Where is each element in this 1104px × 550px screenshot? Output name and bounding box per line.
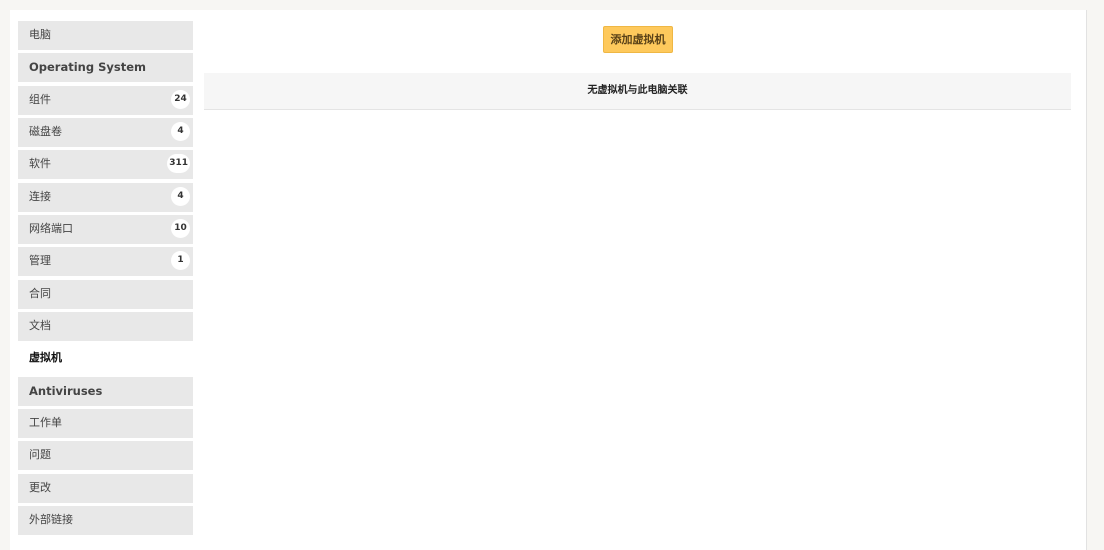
tab-label: 连接 <box>29 189 51 203</box>
count-badge: 10 <box>171 219 190 239</box>
tab-label: 网络端口 <box>29 222 73 236</box>
tab-problems[interactable]: 问题 <box>18 441 193 471</box>
tab-documents[interactable]: 文档 <box>18 312 193 342</box>
tab-label: 更改 <box>29 480 51 494</box>
tab-label: 组件 <box>29 92 51 106</box>
empty-state-message: 无虚拟机与此电脑关联 <box>204 73 1071 110</box>
main-panel: 电脑 Operating System 组件 24 磁盘卷 4 软件 311 连… <box>10 10 1087 550</box>
tab-components[interactable]: 组件 24 <box>18 85 193 115</box>
tab-label: 问题 <box>29 448 51 462</box>
count-badge: 4 <box>171 186 190 206</box>
tab-volumes[interactable]: 磁盘卷 4 <box>18 118 193 148</box>
tab-label: 磁盘卷 <box>29 125 62 139</box>
tab-external-links[interactable]: 外部链接 <box>18 506 193 536</box>
count-badge: 24 <box>171 89 190 109</box>
tab-virtual-machines[interactable]: 虚拟机 <box>18 344 193 374</box>
tab-label: 合同 <box>29 286 51 300</box>
tab-connections[interactable]: 连接 4 <box>18 182 193 212</box>
tab-label: 文档 <box>29 319 51 333</box>
tab-label: 虚拟机 <box>29 351 62 365</box>
tab-contracts[interactable]: 合同 <box>18 279 193 309</box>
tab-label: 外部链接 <box>29 513 73 527</box>
tab-network-ports[interactable]: 网络端口 10 <box>18 215 193 245</box>
tab-management[interactable]: 管理 1 <box>18 247 193 277</box>
count-badge: 1 <box>171 251 190 271</box>
tab-label: 电脑 <box>29 28 51 41</box>
tab-label: 管理 <box>29 254 51 268</box>
tab-computer[interactable]: 电脑 <box>18 21 193 50</box>
tab-label: Antiviruses <box>29 383 103 398</box>
count-badge: 311 <box>167 154 190 174</box>
add-virtual-machine-button[interactable]: 添加虚拟机 <box>603 26 673 53</box>
tab-label: 工作单 <box>29 416 62 430</box>
tab-antiviruses[interactable]: Antiviruses <box>18 376 193 406</box>
tab-label: Operating System <box>29 60 147 75</box>
count-badge: 4 <box>171 122 190 142</box>
sidebar-tabs: 电脑 Operating System 组件 24 磁盘卷 4 软件 311 连… <box>18 21 193 539</box>
tab-tickets[interactable]: 工作单 <box>18 409 193 439</box>
tab-operating-system[interactable]: Operating System <box>18 53 193 83</box>
tab-label: 软件 <box>29 157 51 171</box>
tab-software[interactable]: 软件 311 <box>18 150 193 180</box>
tab-changes[interactable]: 更改 <box>18 473 193 503</box>
